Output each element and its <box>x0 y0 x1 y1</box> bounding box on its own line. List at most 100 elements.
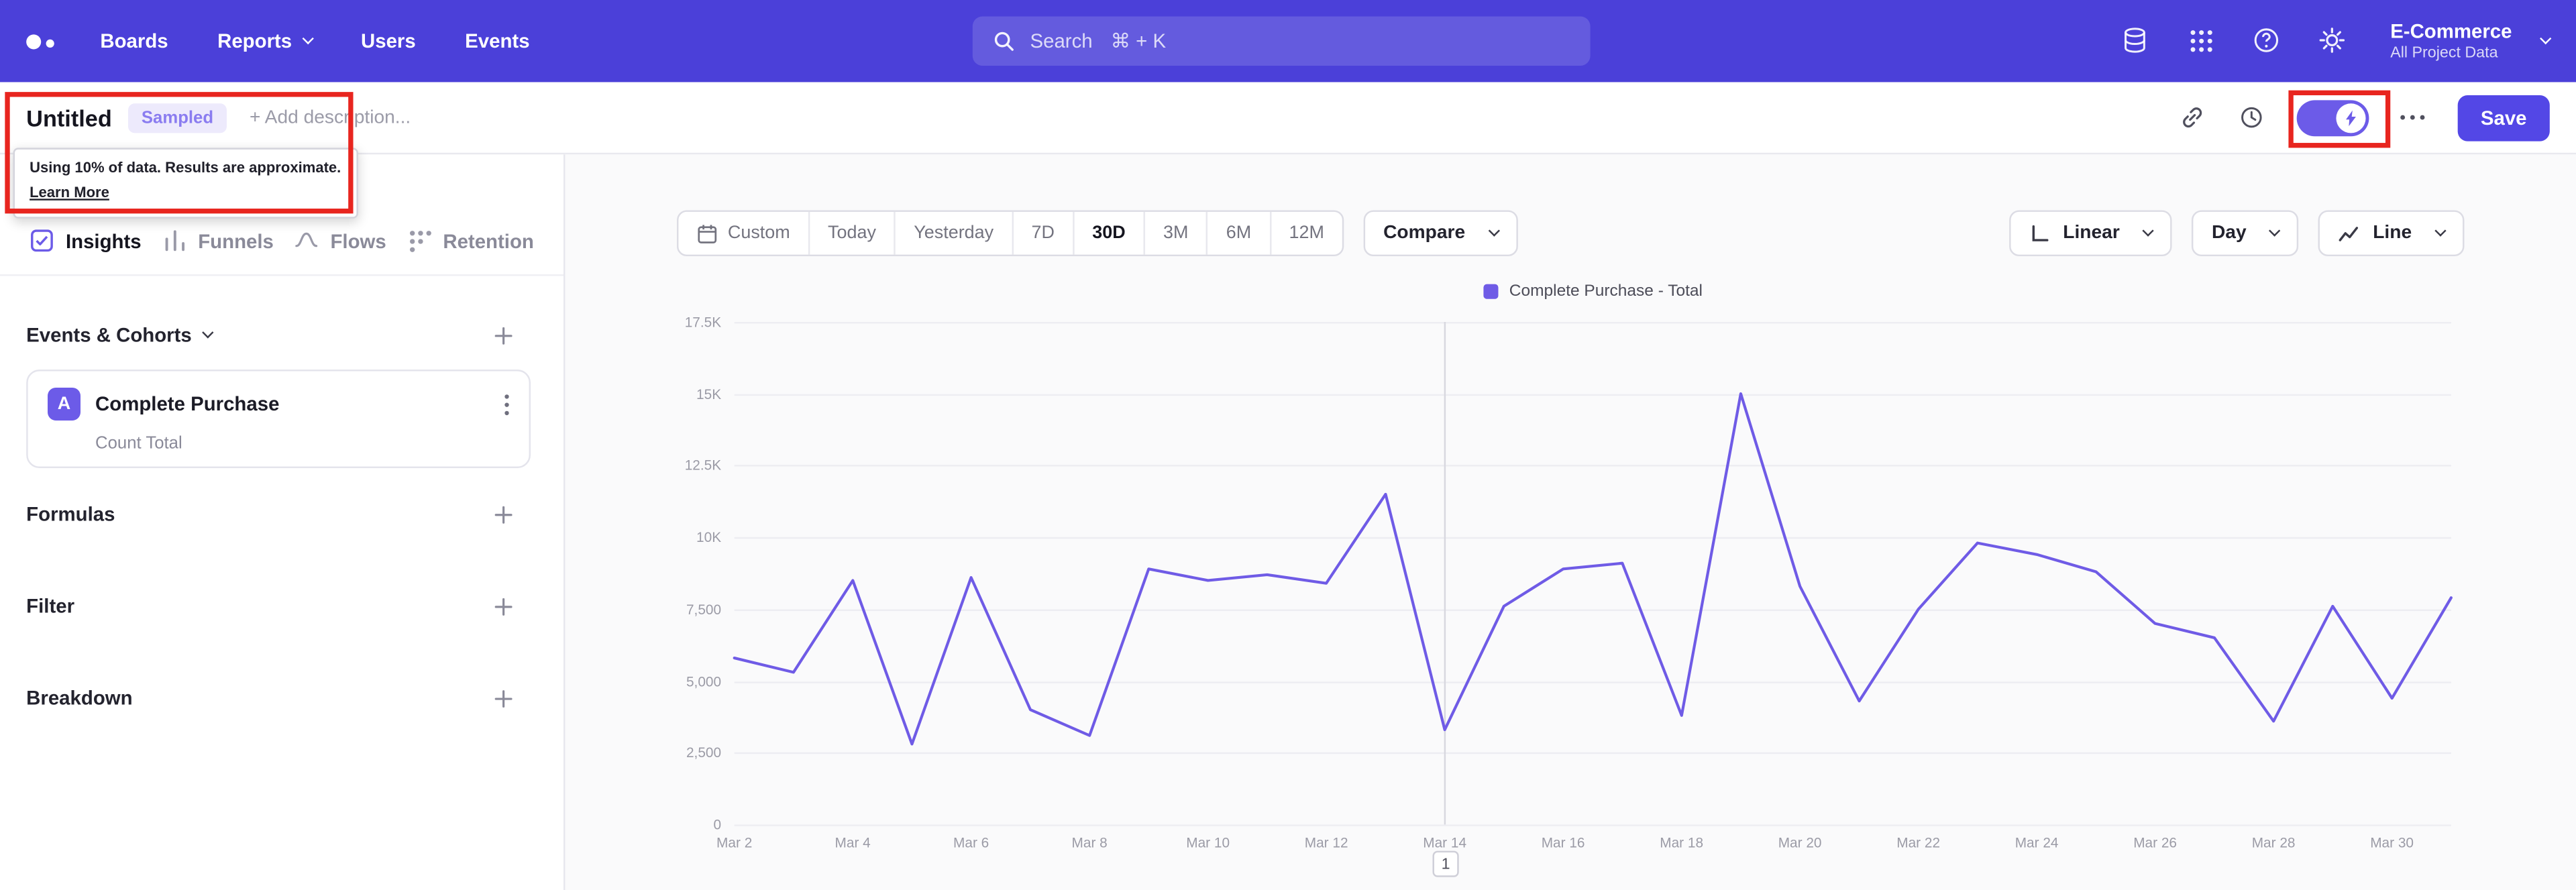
project-text: E-Commerce All Project Data <box>2390 19 2512 63</box>
add-breakdown-button[interactable] <box>493 687 515 709</box>
chevron-down-icon <box>2540 32 2552 45</box>
section-label[interactable]: Formulas <box>26 502 115 525</box>
tab-retention[interactable]: Retention <box>407 228 534 253</box>
compare-button[interactable]: Compare <box>1363 210 1518 257</box>
logo-dot-large <box>26 34 42 49</box>
logo-dot-small <box>46 38 54 47</box>
settings-gear-icon[interactable] <box>2318 26 2347 56</box>
tab-insights[interactable]: Insights <box>30 228 142 253</box>
main-navigation: Boards Reports Users Events <box>100 30 529 52</box>
report-title[interactable]: Untitled <box>26 105 112 131</box>
event-name[interactable]: Complete Purchase <box>95 392 279 415</box>
navbar-right: E-Commerce All Project Data <box>2121 19 2552 63</box>
compare-label: Compare <box>1383 223 1466 243</box>
add-description-field[interactable]: + Add description... <box>250 107 411 127</box>
toggle-knob <box>2336 103 2366 133</box>
y-axis-label: 12.5K <box>684 457 722 474</box>
y-axis-label: 2,500 <box>686 744 722 761</box>
top-navbar: Boards Reports Users Events Search ⌘ + K E-… <box>0 0 2576 82</box>
tab-label: Retention <box>443 229 534 252</box>
header-actions: Save <box>2178 94 2550 141</box>
tooltip-text: Using 10% of data. Results are approxima… <box>30 159 341 176</box>
y-axis-label: 7,500 <box>686 600 722 618</box>
chevron-down-icon <box>301 32 314 45</box>
range-today[interactable]: Today <box>808 211 894 255</box>
x-axis-label: Mar 8 <box>1071 834 1108 851</box>
y-axis-label: 10K <box>696 529 722 546</box>
event-card[interactable]: A Complete Purchase Count Total <box>26 370 531 468</box>
date-range-segmented-control: Custom Today Yesterday 7D 30D 3M 6M 12M <box>676 210 1344 257</box>
calendar-icon <box>696 223 718 244</box>
apps-grid-icon[interactable] <box>2187 26 2216 56</box>
help-icon[interactable] <box>2252 26 2282 56</box>
search-shortcut: ⌘ + K <box>1110 30 1167 53</box>
x-axis-label: Mar 20 <box>1778 834 1822 851</box>
x-axis-label: Mar 26 <box>2133 834 2178 851</box>
range-label: 7D <box>1031 223 1055 243</box>
linear-select[interactable]: Linear <box>2008 210 2173 257</box>
ctrl-label: Linear <box>2063 223 2120 243</box>
learn-more-link[interactable]: Learn More <box>30 184 109 200</box>
y-axis-label: 0 <box>713 816 722 833</box>
sampling-toggle[interactable] <box>2296 99 2369 136</box>
funnels-icon <box>162 228 186 253</box>
nav-item-events[interactable]: Events <box>465 30 529 52</box>
project-name: E-Commerce <box>2390 19 2512 43</box>
project-switcher[interactable]: E-Commerce All Project Data <box>2390 19 2552 63</box>
line-select[interactable]: Line <box>2318 210 2465 257</box>
range-30d[interactable]: 30D <box>1072 211 1144 255</box>
range-12m[interactable]: 12M <box>1269 211 1342 255</box>
x-axis-label: Mar 10 <box>1186 834 1230 851</box>
mixpanel-logo[interactable] <box>26 34 54 49</box>
history-icon[interactable] <box>2237 103 2267 132</box>
ctrl-label: Line <box>2373 223 2412 243</box>
add-formulas-button[interactable] <box>493 504 515 525</box>
x-axis-label: Mar 16 <box>1541 834 1585 851</box>
x-axis-label: Mar 2 <box>716 834 753 851</box>
section-formulas: Formulas <box>26 501 514 527</box>
add-filter-button[interactable] <box>493 596 515 617</box>
x-axis-label: Mar 30 <box>2370 834 2414 851</box>
section-label[interactable]: Filter <box>26 595 74 618</box>
tab-flows[interactable]: Flows <box>294 228 386 253</box>
search-input[interactable]: Search ⌘ + K <box>972 16 1591 66</box>
range-label: Yesterday <box>914 223 994 243</box>
legend-swatch <box>1483 284 1498 299</box>
pagination-badge[interactable]: 1 <box>1432 850 1459 877</box>
line-chart: Complete Purchase - Total 0 2,500 5,000 7,5… <box>685 282 2453 890</box>
x-axis-label: Mar 22 <box>1896 834 1941 851</box>
tab-funnels[interactable]: Funnels <box>162 228 274 253</box>
more-icon[interactable] <box>2398 103 2428 132</box>
nav-item-label: Events <box>465 30 530 53</box>
day-select[interactable]: Day <box>2192 210 2300 257</box>
section-filter: Filter <box>26 593 514 619</box>
chevron-down-icon <box>2269 225 2282 237</box>
events-cohorts-header: Events & Cohorts <box>26 323 515 347</box>
sampled-badge[interactable]: Sampled <box>128 103 227 133</box>
section-label[interactable]: Breakdown <box>26 687 132 710</box>
axis-icon <box>2029 223 2050 244</box>
events-cohorts-label[interactable]: Events & Cohorts <box>26 323 192 346</box>
link-icon[interactable] <box>2178 103 2208 132</box>
nav-item-users[interactable]: Users <box>361 30 416 52</box>
date-controls: Custom Today Yesterday 7D 30D 3M 6M 12M Compare <box>676 210 1518 257</box>
event-metric[interactable]: Count Total <box>95 434 509 453</box>
x-axis-label: Mar 6 <box>953 834 989 851</box>
chevron-down-icon <box>2142 225 2155 237</box>
data-connections-icon[interactable] <box>2121 26 2151 56</box>
range-yesterday[interactable]: Yesterday <box>894 211 1012 255</box>
nav-item-reports[interactable]: Reports <box>217 30 314 52</box>
event-letter-badge: A <box>48 387 81 421</box>
plot-area[interactable]: 0 2,500 5,000 7,500 10K 12.5K 15K 17.5K Mar 2 Mar… <box>685 314 2453 851</box>
range-custom[interactable]: Custom <box>678 212 808 255</box>
nav-item-label: Users <box>361 30 416 53</box>
range-6m[interactable]: 6M <box>1206 211 1269 255</box>
event-options-icon[interactable] <box>504 394 509 415</box>
range-label: 12M <box>1289 223 1324 243</box>
save-button[interactable]: Save <box>2457 94 2550 141</box>
range-7d[interactable]: 7D <box>1012 211 1073 255</box>
add-event-button[interactable] <box>493 325 515 346</box>
range-3m[interactable]: 3M <box>1143 211 1207 255</box>
nav-item-boards[interactable]: Boards <box>100 30 168 52</box>
retention-icon <box>407 228 431 253</box>
